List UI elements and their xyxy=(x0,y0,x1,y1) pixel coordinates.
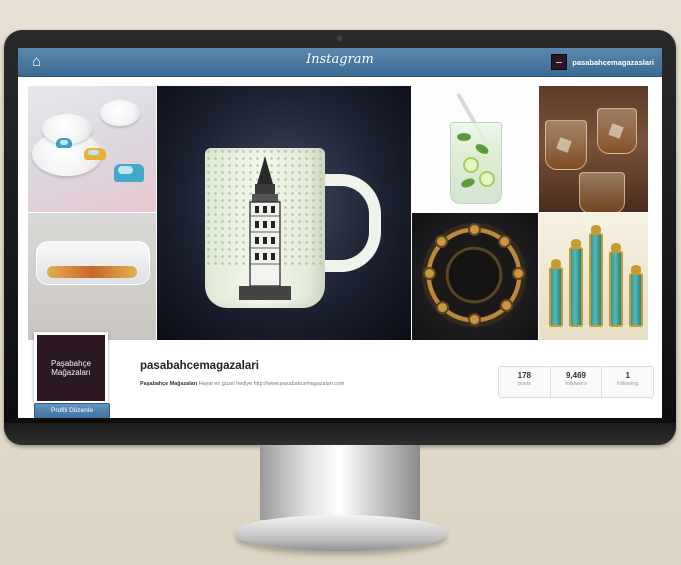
stat-label: following xyxy=(616,381,639,387)
stat-label: followers xyxy=(565,381,587,387)
profile-bio-name: Paşabahçe Mağazaları xyxy=(140,381,198,387)
profile-bio-text: Hayat en güzel hediye http://www.pasabah… xyxy=(197,381,345,387)
top-navigation-bar: ⌂ Instagram pasabahcemagazaslari xyxy=(18,48,662,77)
monitor-stand-neck xyxy=(260,445,420,520)
photo-turquoise-goblets[interactable] xyxy=(539,213,648,340)
profile-footer xyxy=(18,398,662,418)
photo-grid xyxy=(28,86,648,340)
edit-profile-button[interactable]: Profili Düzenle xyxy=(34,403,110,418)
stat-label: posts xyxy=(517,381,531,387)
monitor-stand-base xyxy=(236,515,446,551)
user-menu-username: pasabahcemagazaslari xyxy=(572,57,654,67)
stat-value: 178 xyxy=(517,371,532,380)
stat-value: 9,469 xyxy=(565,371,587,380)
stat-followers[interactable]: 9,469 followers xyxy=(551,367,603,397)
screen: ⌂ Instagram pasabahcemagazaslari Paşabah… xyxy=(18,48,662,418)
webcam xyxy=(337,36,342,41)
galata-tower-icon xyxy=(239,156,291,300)
user-avatar-icon xyxy=(551,54,568,70)
photo-galata-tower-mug[interactable] xyxy=(157,86,411,340)
monitor: ⌂ Instagram pasabahcemagazaslari Paşabah… xyxy=(4,30,676,445)
photo-toy-car-tableware[interactable] xyxy=(28,86,156,212)
photo-lemonade-glass[interactable] xyxy=(412,86,538,212)
photo-ship-in-bottle[interactable] xyxy=(28,213,156,340)
photo-whisky-glasses[interactable] xyxy=(539,86,648,212)
profile-avatar: Paşabahçe Mağazaları xyxy=(34,332,108,404)
stat-posts[interactable]: 178 posts xyxy=(499,367,551,397)
photo-ornate-plate[interactable] xyxy=(412,213,538,340)
profile-avatar-logo-text: Paşabahçe Mağazaları xyxy=(50,359,92,377)
profile-bio: Paşabahçe Mağazaları Hayat en güzel hedi… xyxy=(140,381,344,387)
profile-stats: 178 posts 9,469 followers 1 following xyxy=(498,366,654,398)
stat-following[interactable]: 1 following xyxy=(602,367,653,397)
profile-username: pasabahcemagazalari xyxy=(140,360,259,372)
stat-value: 1 xyxy=(625,371,630,380)
user-menu[interactable]: pasabahcemagazaslari xyxy=(551,54,654,70)
monitor-bezel-bottom xyxy=(4,423,676,445)
